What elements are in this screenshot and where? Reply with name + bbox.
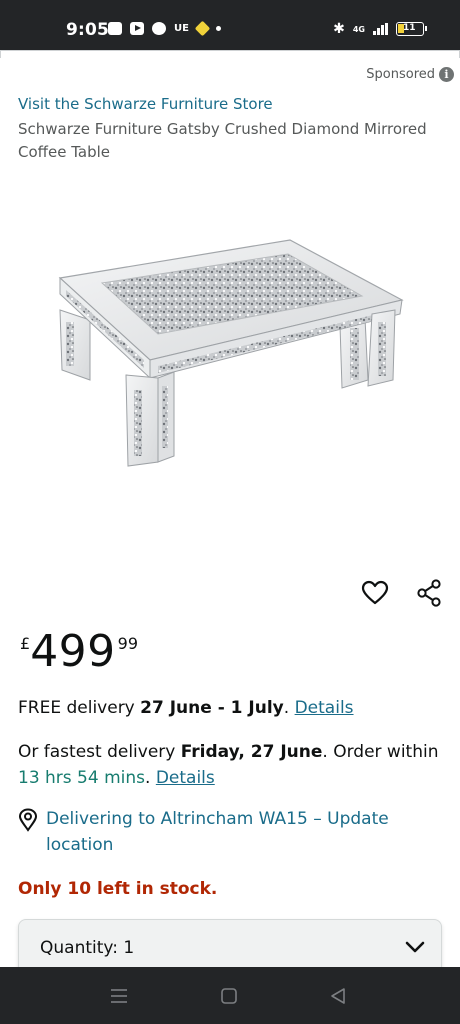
stock-status: Only 10 left in stock.: [18, 879, 218, 899]
price-fraction: 99: [117, 634, 139, 653]
product-image[interactable]: [50, 230, 410, 480]
share-icon[interactable]: [414, 578, 444, 608]
system-icons: ✱ 4G 11: [333, 21, 427, 37]
store-link[interactable]: Visit the Schwarze Furniture Store: [18, 95, 273, 113]
carrier-text: UE: [174, 23, 189, 34]
chevron-down-icon: [405, 941, 425, 953]
product-actions: [360, 578, 444, 608]
menu-icon[interactable]: [108, 985, 130, 1007]
notification-icons: UE: [108, 20, 221, 37]
snapchat-icon: [194, 20, 211, 37]
order-countdown: 13 hrs 54 mins: [18, 768, 146, 788]
sponsored-text: Sponsored: [366, 67, 435, 82]
delivery-details-link[interactable]: Details: [295, 698, 354, 718]
price-currency: £: [20, 634, 31, 653]
home-square-icon[interactable]: [218, 985, 240, 1007]
location-pin-icon: [18, 808, 38, 832]
app-notification-icon: [152, 22, 166, 35]
product-title: Schwarze Furniture Gatsby Crushed Diamon…: [18, 120, 427, 161]
free-delivery-dates: 27 June - 1 July: [140, 698, 284, 718]
battery-icon: 11: [396, 22, 427, 36]
free-delivery-message: FREE delivery 27 June - 1 July. Details: [18, 698, 354, 718]
price: £ 499 99: [20, 628, 138, 676]
bank-app-icon: [108, 22, 122, 35]
order-within-text: . Order within: [322, 742, 439, 762]
youtube-icon: [130, 22, 144, 35]
back-triangle-icon[interactable]: [327, 985, 349, 1007]
free-delivery-suffix: .: [283, 698, 295, 718]
fastest-delivery-date: Friday, 27 June: [180, 742, 323, 762]
heart-icon[interactable]: [360, 578, 390, 608]
sponsored-label[interactable]: Sponsored i: [366, 67, 454, 82]
fastest-details-link[interactable]: Details: [156, 768, 215, 788]
status-bar: 9:05 UE ✱ 4G 11: [0, 0, 460, 50]
info-icon[interactable]: i: [439, 67, 454, 82]
quantity-label: Quantity: 1: [40, 938, 135, 958]
price-whole: 499: [30, 626, 116, 677]
system-nav-bar: [0, 967, 460, 1024]
bluetooth-icon: ✱: [333, 21, 345, 37]
signal-icon: [373, 23, 388, 35]
card-top-edge: [0, 50, 460, 58]
free-delivery-prefix: FREE delivery: [18, 698, 141, 718]
countdown-suffix: .: [145, 768, 156, 788]
more-notifications-dot: [215, 26, 221, 31]
network-type: 4G: [352, 24, 365, 34]
battery-level: 11: [403, 23, 416, 33]
delivery-location[interactable]: Delivering to Altrincham WA15 – Update l…: [18, 806, 426, 858]
fastest-delivery-message: Or fastest delivery Friday, 27 June. Ord…: [18, 739, 448, 791]
location-text[interactable]: Delivering to Altrincham WA15 – Update l…: [46, 806, 426, 858]
status-time: 9:05: [66, 20, 110, 40]
fastest-delivery-prefix: Or fastest delivery: [18, 742, 181, 762]
